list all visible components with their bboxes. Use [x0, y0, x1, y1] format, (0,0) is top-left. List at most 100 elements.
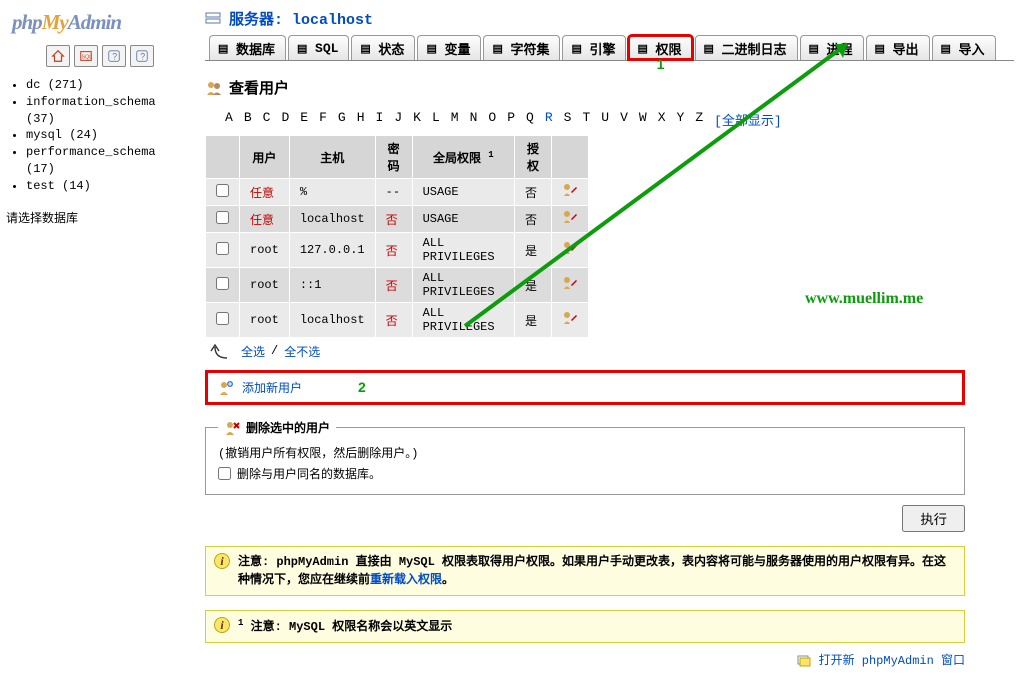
tab-9[interactable]: ▤导出	[866, 35, 930, 60]
row-checkbox[interactable]	[216, 184, 229, 197]
tab-icon: ▤	[492, 42, 506, 56]
edit-icon[interactable]	[562, 310, 578, 326]
alpha-O[interactable]: O	[488, 110, 496, 129]
add-user-icon	[218, 380, 234, 396]
new-window-link[interactable]: 打开新 phpMyAdmin 窗口	[819, 654, 965, 668]
watermark: www.muellim.me	[805, 290, 923, 308]
delete-user-icon	[224, 420, 240, 436]
tab-0[interactable]: ▤数据库	[209, 35, 286, 60]
delete-users-fieldset: 删除选中的用户 (撤销用户所有权限，然后删除用户。) 删除与用户同名的数据库。	[205, 419, 965, 495]
alpha-C[interactable]: C	[263, 110, 271, 129]
logo: phpMyAdmin	[12, 10, 189, 35]
svg-text:SQL: SQL	[82, 55, 93, 61]
db-item[interactable]: mysql (24)	[26, 127, 189, 144]
tab-2[interactable]: ▤状态	[351, 35, 415, 60]
tab-1[interactable]: ▤SQL	[288, 35, 349, 60]
alpha-Q[interactable]: Q	[526, 110, 534, 129]
row-checkbox[interactable]	[216, 312, 229, 325]
alpha-U[interactable]: U	[601, 110, 609, 129]
svg-text:?: ?	[140, 52, 145, 62]
tab-7[interactable]: ▤二进制日志	[695, 35, 798, 60]
alpha-Y[interactable]: Y	[677, 110, 685, 129]
drop-db-checkbox[interactable]	[218, 467, 231, 480]
alpha-I[interactable]: I	[376, 110, 384, 129]
edit-icon[interactable]	[562, 275, 578, 291]
alpha-L[interactable]: L	[432, 110, 440, 129]
alpha-M[interactable]: M	[451, 110, 459, 129]
notice-1: i 注意: phpMyAdmin 直接由 MySQL 权限表取得用户权限。如果用…	[205, 546, 965, 596]
tab-icon: ▤	[941, 42, 955, 56]
tab-bar: ▤数据库▤SQL▤状态▤变量▤字符集▤引擎▤权限1▤二进制日志▤进程▤导出▤导入	[205, 35, 1014, 61]
server-label: 服务器: localhost	[229, 8, 373, 29]
alpha-J[interactable]: J	[394, 110, 402, 129]
sql-icon[interactable]: SQL	[74, 45, 98, 67]
alpha-F[interactable]: F	[319, 110, 327, 129]
alpha-show-all[interactable]: [全部显示]	[714, 110, 782, 129]
tab-icon: ▤	[809, 42, 823, 56]
table-row: root::1否ALL PRIVILEGES是	[206, 268, 589, 303]
tab-icon: ▤	[297, 42, 311, 56]
db-item[interactable]: information_schema (37)	[26, 94, 189, 128]
info-icon: i	[214, 553, 230, 569]
db-item[interactable]: performance_schema (17)	[26, 144, 189, 178]
alpha-E[interactable]: E	[300, 110, 308, 129]
alpha-A[interactable]: A	[225, 110, 233, 129]
alpha-G[interactable]: G	[338, 110, 346, 129]
table-row: 任意%--USAGE否	[206, 179, 589, 206]
edit-icon[interactable]	[562, 209, 578, 225]
alpha-B[interactable]: B	[244, 110, 252, 129]
tab-3[interactable]: ▤变量	[417, 35, 481, 60]
th: 主机	[289, 136, 375, 179]
tab-8[interactable]: ▤进程	[800, 35, 864, 60]
tab-icon: ▤	[637, 42, 651, 56]
help-icon[interactable]: ?	[102, 45, 126, 67]
add-user-link[interactable]: 添加新用户	[242, 379, 302, 396]
docs-icon[interactable]: ?	[130, 45, 154, 67]
alpha-X[interactable]: X	[658, 110, 666, 129]
alpha-S[interactable]: S	[564, 110, 572, 129]
tab-icon: ▤	[704, 42, 718, 56]
execute-button[interactable]: 执行	[902, 505, 965, 532]
reload-privileges-link[interactable]: 重新载入权限	[370, 573, 442, 587]
alpha-D[interactable]: D	[281, 110, 289, 129]
edit-icon[interactable]	[562, 240, 578, 256]
alpha-T[interactable]: T	[582, 110, 590, 129]
row-checkbox[interactable]	[216, 277, 229, 290]
users-icon	[205, 79, 223, 97]
alpha-P[interactable]: P	[507, 110, 515, 129]
select-none-link[interactable]: 全不选	[284, 343, 320, 360]
alpha-K[interactable]: K	[413, 110, 421, 129]
tab-icon: ▤	[571, 42, 585, 56]
select-all-link[interactable]: 全选	[241, 343, 265, 360]
db-item[interactable]: test (14)	[26, 178, 189, 195]
arrow-up-icon	[205, 342, 235, 360]
tab-icon: ▤	[360, 42, 374, 56]
tab-4[interactable]: ▤字符集	[483, 35, 560, 60]
alpha-Z[interactable]: Z	[695, 110, 703, 129]
home-icon[interactable]	[46, 45, 70, 67]
alpha-N[interactable]: N	[470, 110, 478, 129]
tab-icon: ▤	[875, 42, 889, 56]
info-icon: i	[214, 617, 230, 633]
alpha-R[interactable]: R	[545, 110, 553, 129]
tab-6[interactable]: ▤权限1	[628, 35, 692, 60]
svg-text:?: ?	[112, 52, 117, 62]
th: 用户	[240, 136, 290, 179]
db-item[interactable]: dc (271)	[26, 77, 189, 94]
select-db-prompt: 请选择数据库	[6, 209, 189, 226]
table-row: rootlocalhost否ALL PRIVILEGES是	[206, 303, 589, 338]
row-checkbox[interactable]	[216, 242, 229, 255]
alpha-H[interactable]: H	[357, 110, 365, 129]
row-checkbox[interactable]	[216, 211, 229, 224]
th: 全局权限 1	[412, 136, 514, 179]
section-title: 查看用户	[205, 77, 1014, 98]
alpha-W[interactable]: W	[639, 110, 647, 129]
th: 密码	[375, 136, 412, 179]
th: 授权	[515, 136, 552, 179]
tab-10[interactable]: ▤导入	[932, 35, 996, 60]
edit-icon[interactable]	[562, 182, 578, 198]
alpha-V[interactable]: V	[620, 110, 628, 129]
new-window-icon	[797, 655, 811, 667]
tab-icon: ▤	[426, 42, 440, 56]
tab-5[interactable]: ▤引擎	[562, 35, 626, 60]
